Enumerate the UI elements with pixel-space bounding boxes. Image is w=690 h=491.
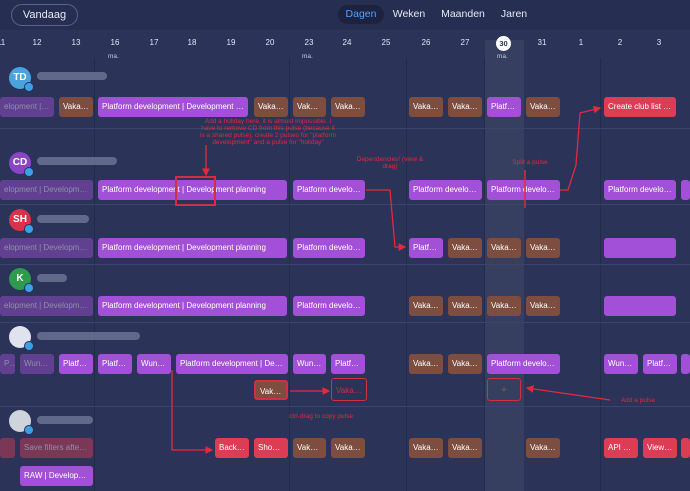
annotation-add-pulse: Add a pulse	[620, 397, 656, 404]
holiday-highlight-box	[175, 176, 216, 206]
annotation-holiday: Add a holiday here, it is almost impossi…	[200, 118, 336, 147]
annotation-dependencies: Dependencies! (view & drag)	[356, 156, 424, 171]
annotation-split: Split a pulse	[512, 159, 548, 166]
annotation-ctrl-drag: ctrl-drag to copy pulse	[289, 413, 353, 420]
